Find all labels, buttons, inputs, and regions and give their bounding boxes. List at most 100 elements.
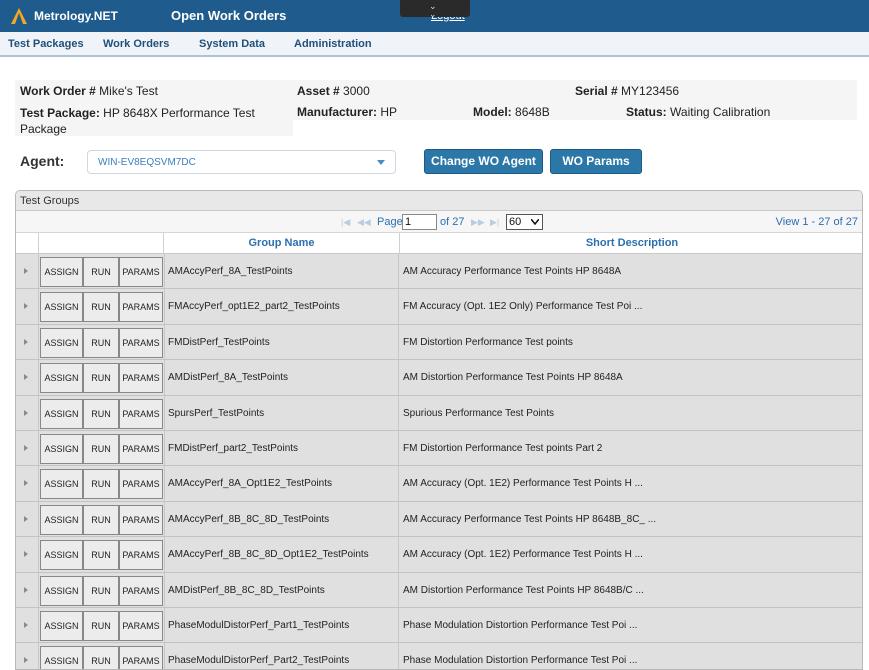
short-description-cell: FM Distortion Performance Test points <box>403 336 573 348</box>
row-expander[interactable] <box>16 607 39 643</box>
assign-button[interactable]: ASSIGN <box>40 504 83 535</box>
table-row[interactable]: ASSIGN RUN PARAMS AMDistPerf_8B_8C_8D_TestP… <box>16 572 862 608</box>
assign-button[interactable]: ASSIGN <box>40 469 83 500</box>
row-expander[interactable] <box>16 360 39 395</box>
group-name-cell: PhaseModulDistorPerf_Part2_TestPoints <box>164 643 399 669</box>
row-expander[interactable] <box>16 643 39 669</box>
nav-administration[interactable]: Administration <box>294 38 372 50</box>
run-button[interactable]: RUN <box>83 292 119 323</box>
run-button[interactable]: RUN <box>83 504 119 535</box>
run-button[interactable]: RUN <box>83 363 119 394</box>
test-package-value: HP 8648X Performance Test <box>103 106 255 120</box>
brand-name: Metrology.NET <box>34 9 118 23</box>
params-button[interactable]: PARAMS <box>119 540 163 571</box>
row-expander[interactable] <box>16 466 39 501</box>
assign-button[interactable]: ASSIGN <box>40 433 83 464</box>
group-name-cell: SpursPerf_TestPoints <box>164 395 399 430</box>
run-button[interactable]: RUN <box>83 257 119 287</box>
params-button[interactable]: PARAMS <box>119 292 163 323</box>
run-button[interactable]: RUN <box>83 540 119 571</box>
assign-button[interactable]: ASSIGN <box>40 398 83 429</box>
test-groups-grid: Test Groups |◀ ◀◀ Page 1 of 27 ▶▶ ▶| 60 … <box>15 190 863 670</box>
run-button[interactable]: RUN <box>83 575 119 606</box>
run-button[interactable]: RUN <box>83 646 119 669</box>
table-row[interactable]: ASSIGN RUN PARAMS FMDistPerf_part2_TestPoin… <box>16 430 862 467</box>
nav-system-data[interactable]: System Data <box>199 38 265 50</box>
header-expander-col <box>16 233 39 254</box>
collapse-header-tab[interactable]: ⌄ ⌄ <box>400 0 470 19</box>
assign-button[interactable]: ASSIGN <box>40 292 83 323</box>
run-button[interactable]: RUN <box>83 398 119 429</box>
row-expander[interactable] <box>16 537 39 572</box>
page-number-input[interactable]: 1 <box>402 214 437 230</box>
caret-right-icon <box>24 551 28 558</box>
change-wo-agent-button[interactable]: Change WO Agent <box>424 149 543 174</box>
test-package-value-line2: Package <box>20 122 67 136</box>
params-button[interactable]: PARAMS <box>119 504 163 535</box>
nav-work-orders[interactable]: Work Orders <box>103 38 169 50</box>
row-expander[interactable] <box>16 572 39 607</box>
assign-button[interactable]: ASSIGN <box>40 575 83 606</box>
page-label: Page <box>377 216 403 228</box>
assign-button[interactable]: ASSIGN <box>40 646 83 669</box>
assign-button[interactable]: ASSIGN <box>40 363 83 394</box>
params-button[interactable]: PARAMS <box>119 327 163 358</box>
params-button[interactable]: PARAMS <box>119 646 163 669</box>
params-button[interactable]: PARAMS <box>119 398 163 429</box>
next-page-icon[interactable]: ▶▶ <box>471 217 485 228</box>
table-row[interactable]: ASSIGN RUN PARAMS SpursPerf_TestPoints Spuri… <box>16 395 862 431</box>
agent-select[interactable]: WIN-EV8EQSVM7DC <box>87 150 396 174</box>
run-button[interactable]: RUN <box>83 469 119 500</box>
caret-right-icon <box>24 515 28 522</box>
params-button[interactable]: PARAMS <box>119 575 163 606</box>
params-button[interactable]: PARAMS <box>119 469 163 500</box>
table-row[interactable]: ASSIGN RUN PARAMS AMAccyPerf_8B_8C_8D_TestP… <box>16 501 862 538</box>
row-expander[interactable] <box>16 324 39 360</box>
short-description-cell: Spurious Performance Test Points <box>403 407 555 419</box>
grid-header-row: Group Name Short Description <box>16 233 862 254</box>
short-description-cell: Phase Modulation Distortion Performance … <box>403 619 638 631</box>
short-description-cell: AM Accuracy Performance Test Points HP 8… <box>403 513 657 525</box>
prev-page-icon[interactable]: ◀◀ <box>357 217 371 228</box>
table-row[interactable]: ASSIGN RUN PARAMS AMDistPerf_8A_TestPoints A… <box>16 360 862 396</box>
manufacturer-field: Manufacturer: HP <box>297 105 397 119</box>
row-expander[interactable] <box>16 430 39 466</box>
params-button[interactable]: PARAMS <box>119 257 163 287</box>
status-label: Status: <box>626 105 667 119</box>
assign-button[interactable]: ASSIGN <box>40 257 83 287</box>
first-page-icon[interactable]: |◀ <box>341 217 350 228</box>
table-row[interactable]: ASSIGN RUN PARAMS FMAccyPerf_opt1E2_part2_T… <box>16 289 862 325</box>
row-expander[interactable] <box>16 395 39 430</box>
model-value: 8648B <box>515 105 550 119</box>
chevron-down-icon <box>531 219 539 225</box>
nav-test-packages[interactable]: Test Packages <box>8 38 84 50</box>
table-row[interactable]: ASSIGN RUN PARAMS PhaseModulDistorPerf_Part… <box>16 607 862 644</box>
test-package-label: Test Package: <box>20 106 100 120</box>
row-expander[interactable] <box>16 254 39 289</box>
run-button[interactable]: RUN <box>83 433 119 464</box>
wo-params-button[interactable]: WO Params <box>550 149 642 174</box>
short-description-cell: FM Distortion Performance Test points Pa… <box>403 442 603 454</box>
params-button[interactable]: PARAMS <box>119 363 163 394</box>
row-expander[interactable] <box>16 501 39 537</box>
run-button[interactable]: RUN <box>83 610 119 641</box>
assign-button[interactable]: ASSIGN <box>40 540 83 571</box>
page-size-select[interactable]: 60 <box>506 214 543 230</box>
params-button[interactable]: PARAMS <box>119 610 163 641</box>
assign-button[interactable]: ASSIGN <box>40 610 83 641</box>
table-row[interactable]: ASSIGN RUN PARAMS FMDistPerf_TestPoints FM D… <box>16 324 862 361</box>
manufacturer-value: HP <box>380 105 398 119</box>
assign-button[interactable]: ASSIGN <box>40 327 83 358</box>
params-button[interactable]: PARAMS <box>119 433 163 464</box>
table-row[interactable]: ASSIGN RUN PARAMS AMAccyPerf_8B_8C_8D_Opt1E… <box>16 537 862 573</box>
row-expander[interactable] <box>16 289 39 324</box>
table-row[interactable]: ASSIGN RUN PARAMS AMAccyPerf_8A_Opt1E2_Test… <box>16 466 862 502</box>
header-short-description[interactable]: Short Description <box>400 233 862 254</box>
header-actions-col <box>39 233 164 254</box>
header-group-name[interactable]: Group Name <box>164 233 400 254</box>
short-description-cell: AM Distortion Performance Test Points HP… <box>403 372 623 384</box>
run-button[interactable]: RUN <box>83 327 119 358</box>
table-row[interactable]: ASSIGN RUN PARAMS AMAccyPerf_8A_TestPoints A… <box>16 254 862 290</box>
table-row[interactable]: ASSIGN RUN PARAMS PhaseModulDistorPerf_Part… <box>16 643 862 669</box>
last-page-icon[interactable]: ▶| <box>490 217 499 228</box>
